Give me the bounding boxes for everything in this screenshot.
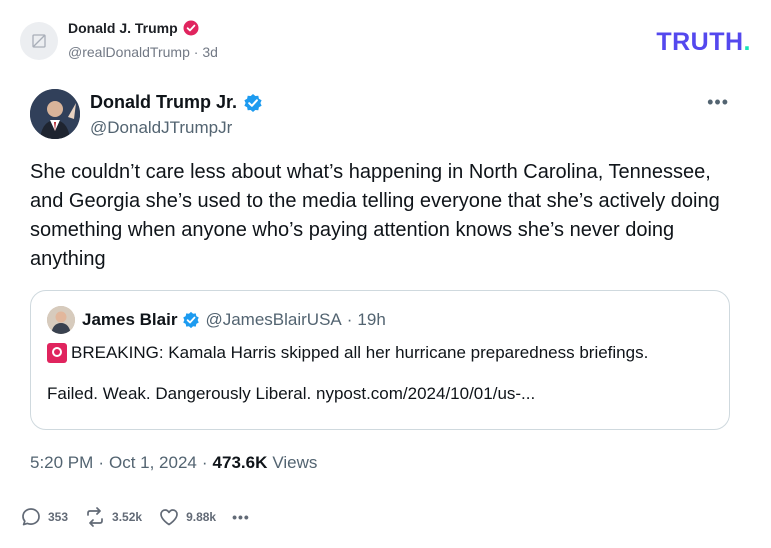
quoted-post-card[interactable]: James Blair @JamesBlairUSA · 19h BREAKIN… [30, 290, 730, 430]
author-name[interactable]: Donald J. Trump [68, 20, 178, 36]
quoted-author-name[interactable]: James Blair [82, 310, 177, 330]
image-placeholder-icon [32, 34, 46, 48]
reply-icon [22, 508, 40, 526]
profile-photo-icon [30, 89, 80, 139]
more-options-button[interactable]: ••• [707, 92, 729, 113]
embedded-avatar[interactable] [30, 89, 80, 139]
retruth-button[interactable]: 3.52k [84, 506, 142, 528]
heart-icon [160, 509, 178, 526]
logo-text: TRUTH [656, 28, 744, 56]
truth-post-header: Donald J. Trump @realDonaldTrump · 3d TR… [0, 0, 771, 80]
more-icon: ••• [232, 509, 250, 525]
truth-logo: TRUTH. [656, 28, 751, 57]
author-handle[interactable]: @realDonaldTrump [68, 44, 190, 60]
embedded-author-name[interactable]: Donald Trump Jr. [90, 92, 237, 113]
separator: · [201, 453, 208, 472]
embedded-author-row: Donald Trump Jr. [90, 92, 263, 113]
views-count: 473.6K [212, 453, 268, 472]
like-button[interactable]: 9.88k [158, 506, 216, 528]
quoted-breaking-text: BREAKING: Kamala Harris skipped all her … [71, 343, 649, 362]
quoted-author-handle[interactable]: @JamesBlairUSA [205, 310, 341, 330]
quoted-post-age[interactable]: 19h [357, 310, 385, 330]
action-bar: 353 3.52k 9.88k ••• [20, 506, 266, 528]
reply-count: 353 [48, 510, 69, 524]
separator: · [346, 310, 353, 329]
verified-badge-icon [183, 311, 200, 329]
like-count: 9.88k [186, 510, 217, 524]
retruth-icon [87, 507, 103, 527]
embedded-post-text: She couldn’t care less about what’s happ… [30, 161, 720, 270]
post-time[interactable]: 5:20 PM [30, 453, 93, 473]
post-meta: 5:20 PM · Oct 1, 2024 · 473.6K Views [30, 453, 317, 473]
quoted-avatar[interactable] [47, 306, 75, 334]
logo-dot: . [743, 28, 751, 56]
quoted-text-line: BREAKING: Kamala Harris skipped all her … [47, 343, 648, 363]
verified-badge-icon [183, 20, 199, 36]
views-label: Views [272, 453, 318, 472]
embedded-author-handle[interactable]: @DonaldJTrumpJr [90, 118, 232, 138]
verified-badge-icon [244, 93, 262, 112]
retruth-count: 3.52k [112, 510, 143, 524]
separator: · [189, 44, 203, 60]
separator: · [98, 453, 104, 472]
author-name-row: Donald J. Trump [68, 20, 199, 36]
profile-photo-icon [47, 306, 75, 334]
quoted-link-line[interactable]: Failed. Weak. Dangerously Liberal. nypos… [47, 384, 535, 404]
post-age[interactable]: 3d [202, 44, 218, 60]
reply-button[interactable]: 353 [20, 506, 68, 528]
siren-icon [47, 343, 67, 363]
more-actions-button[interactable]: ••• [232, 509, 250, 525]
avatar[interactable] [20, 22, 58, 60]
post-date[interactable]: Oct 1, 2024 [109, 453, 197, 473]
quoted-author-row: James Blair @JamesBlairUSA · 19h [82, 310, 386, 330]
author-handle-row: @realDonaldTrump · 3d [68, 44, 218, 60]
